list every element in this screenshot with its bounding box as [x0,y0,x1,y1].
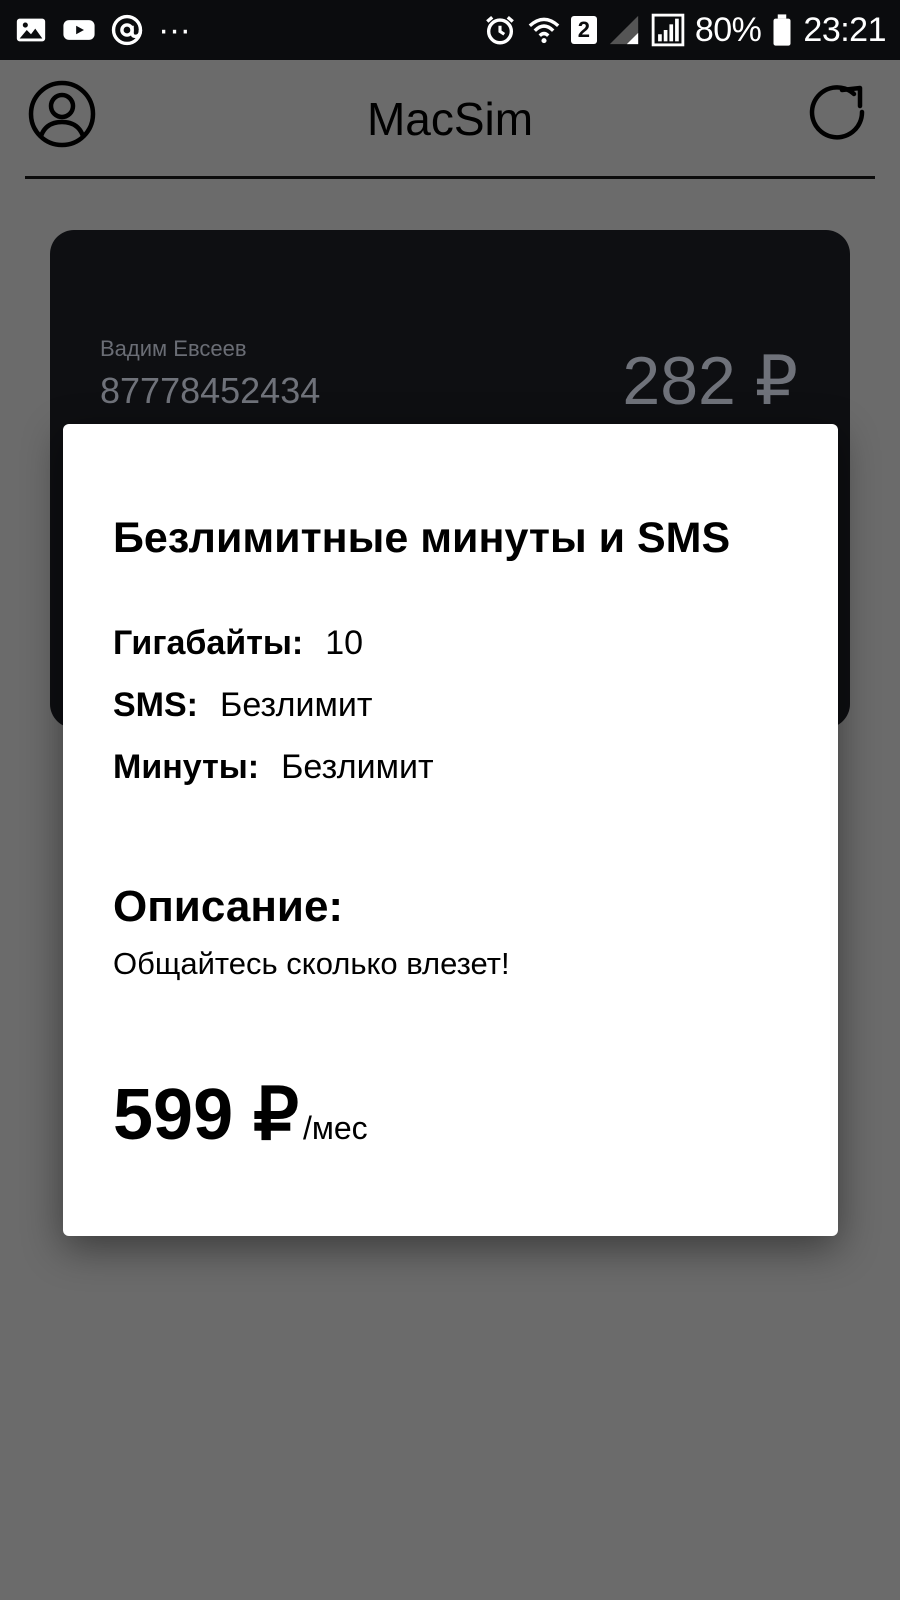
description-heading: Описание: [113,882,344,931]
app-bar: MacSim [0,60,900,180]
status-time: 23:21 [803,10,886,49]
spec-value: 10 [325,624,364,662]
at-sign-icon [110,13,144,47]
spec-label: SMS: [113,686,198,724]
alarm-icon [483,13,517,47]
battery-icon [771,13,793,47]
status-left: ··· [14,10,191,49]
price-amount: 599 ₽ [113,1075,299,1155]
description-text: Общайтесь сколько влезет! [113,946,510,981]
more-dots-icon: ··· [158,10,191,49]
refresh-icon [809,85,865,140]
spec-row-sms: SMS: Безлимит [113,686,372,725]
price-period: /мес [302,1110,368,1146]
account-balance: 282 ₽ [622,343,798,419]
spec-row-gigabytes: Гигабайты: 10 [113,624,363,663]
plan-price: 599 ₽/мес [113,1072,368,1156]
sim-badge-icon: 2 [570,16,597,44]
signal-icon [651,13,685,47]
refresh-button[interactable] [802,78,874,150]
plan-title: Безлимитные минуты и SMS [113,514,731,562]
spec-value: Безлимит [220,686,373,724]
status-bar: ··· 2 80% 23:21 [0,0,900,60]
status-right: 2 80% 23:21 [483,10,886,50]
spec-label: Минуты: [113,748,260,786]
account-name: Вадим Евсеев [100,336,247,361]
spec-row-minutes: Минуты: Безлимит [113,748,434,787]
gallery-icon [14,13,48,47]
youtube-icon [62,13,96,47]
spec-value: Безлимит [281,748,434,786]
app-title: MacSim [366,93,534,145]
battery-percent: 80% [694,10,762,49]
wifi-icon [527,13,561,47]
sim-badge-label: 2 [577,17,590,42]
signal-icon [607,13,641,47]
plan-details-modal[interactable]: Безлимитные минуты и SMS Гигабайты: 10 SM… [63,424,838,1236]
account-phone: 87778452434 [100,370,321,411]
spec-label: Гигабайты: [113,624,304,662]
app-bar-divider [25,176,875,179]
